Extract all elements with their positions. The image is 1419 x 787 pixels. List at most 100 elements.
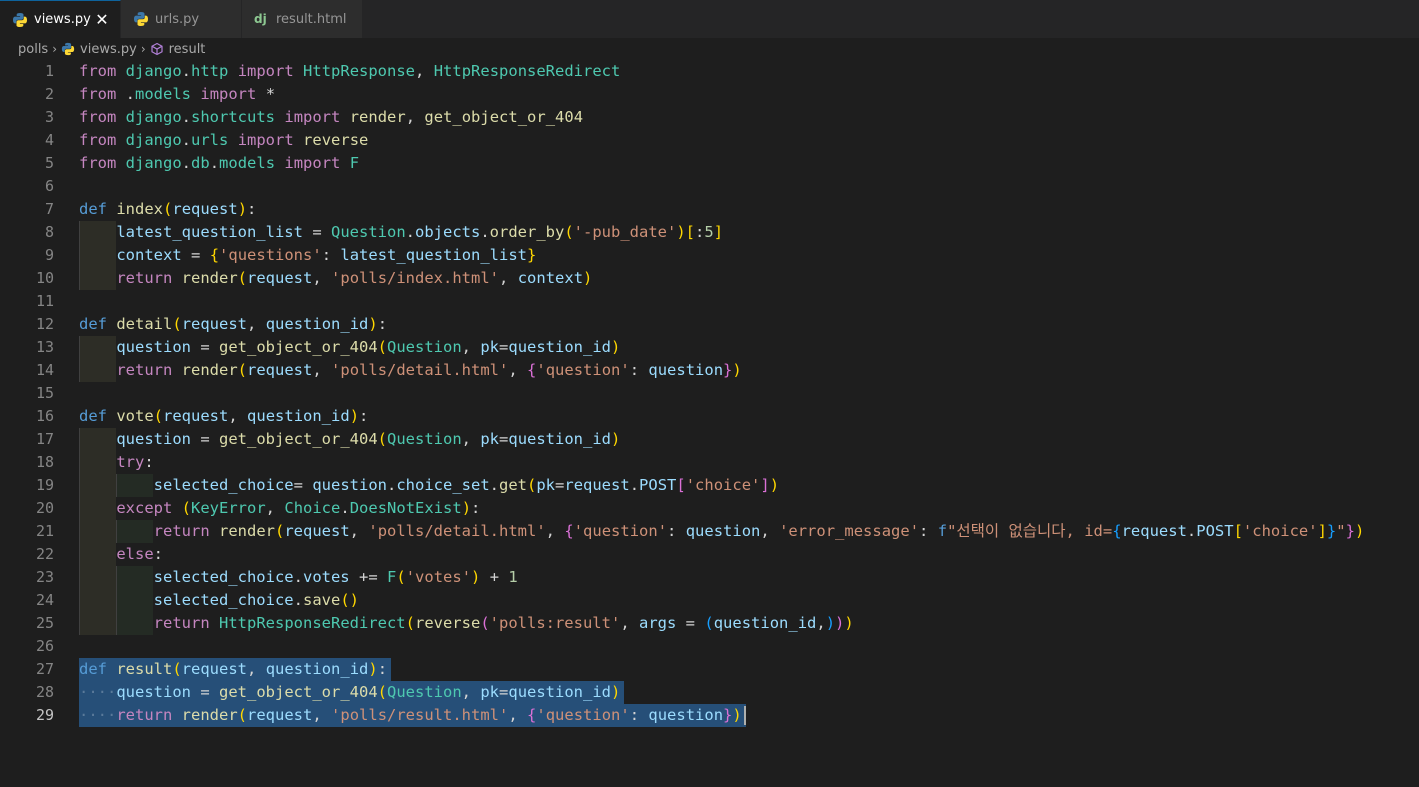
code-line[interactable]: 26 [0, 635, 1419, 658]
python-icon [133, 11, 149, 27]
code-text: ····question = get_object_or_404(Questio… [79, 683, 621, 701]
code-line[interactable]: 1 from django.http import HttpResponse, H… [0, 60, 1419, 83]
tab-result-html[interactable]: dj result.html [242, 0, 363, 38]
code-line[interactable]: 20 except (KeyError, Choice.DoesNotExist… [0, 497, 1419, 520]
tab-label: views.py [34, 12, 91, 27]
code-text: return render(request, 'polls/detail.htm… [116, 361, 742, 379]
code-text: question = get_object_or_404(Question, p… [116, 338, 621, 356]
line-number: 4 [44, 131, 54, 149]
code-text: selected_choice.votes += F('votes') + 1 [153, 568, 518, 586]
code-line[interactable]: 2 from .models import * [0, 83, 1419, 106]
code-line[interactable]: 17 question = get_object_or_404(Question… [0, 428, 1419, 451]
line-number: 27 [35, 660, 54, 678]
code-line[interactable]: 23 selected_choice.votes += F('votes') +… [0, 566, 1419, 589]
code-text: from .models import * [79, 85, 276, 103]
code-text: def result(request, question_id): [79, 660, 388, 678]
code-editor[interactable]: 1 from django.http import HttpResponse, H… [0, 60, 1419, 787]
code-line[interactable]: 10 return render(request, 'polls/index.h… [0, 267, 1419, 290]
line-number: 18 [35, 453, 54, 471]
line-number: 5 [44, 154, 54, 172]
code-text: try: [116, 453, 154, 471]
code-line[interactable]: 8 latest_question_list = Question.object… [0, 221, 1419, 244]
line-number: 14 [35, 361, 54, 379]
code-text: selected_choice= question.choice_set.get… [153, 476, 780, 494]
breadcrumb-symbol[interactable]: result [169, 42, 206, 57]
text-cursor [743, 706, 746, 725]
code-line[interactable]: 18 try: [0, 451, 1419, 474]
line-number: 29 [35, 706, 54, 724]
code-line[interactable]: 28 ····question = get_object_or_404(Quest… [0, 681, 1419, 704]
code-line[interactable]: 19 selected_choice= question.choice_set.… [0, 474, 1419, 497]
line-number: 1 [44, 62, 54, 80]
line-number: 11 [35, 292, 54, 310]
line-number: 23 [35, 568, 54, 586]
code-line[interactable]: 5 from django.db.models import F [0, 152, 1419, 175]
code-line[interactable]: 6 [0, 175, 1419, 198]
code-line[interactable]: 15 [0, 382, 1419, 405]
line-number: 10 [35, 269, 54, 287]
code-line[interactable]: 16 def vote(request, question_id): [0, 405, 1419, 428]
tab-urls-py[interactable]: urls.py [121, 0, 242, 38]
line-number: 24 [35, 591, 54, 609]
code-text: ····return render(request, 'polls/result… [79, 706, 742, 724]
breadcrumb-file[interactable]: views.py [80, 42, 137, 57]
python-icon [61, 42, 75, 56]
code-text: return render(request, 'polls/index.html… [116, 269, 593, 287]
code-text: def detail(request, question_id): [79, 315, 388, 333]
line-number: 20 [35, 499, 54, 517]
line-number: 17 [35, 430, 54, 448]
code-line[interactable]: 13 question = get_object_or_404(Question… [0, 336, 1419, 359]
symbol-method-icon [150, 42, 164, 56]
breadcrumb: polls › views.py › result [0, 38, 1419, 60]
close-icon[interactable]: ✕ [94, 10, 110, 29]
line-number: 9 [44, 246, 54, 264]
line-number: 12 [35, 315, 54, 333]
code-line[interactable]: 22 else: [0, 543, 1419, 566]
breadcrumb-folder[interactable]: polls [18, 42, 48, 57]
code-line[interactable]: 24 selected_choice.save() [0, 589, 1419, 612]
chevron-right-icon: › [52, 42, 58, 56]
line-number: 21 [35, 522, 54, 540]
code-text: from django.urls import reverse [79, 131, 369, 149]
code-text: question = get_object_or_404(Question, p… [116, 430, 621, 448]
python-icon [12, 12, 28, 28]
code-line[interactable]: 14 return render(request, 'polls/detail.… [0, 359, 1419, 382]
editor-tab-bar: views.py ✕ urls.py dj result.html [0, 0, 1419, 38]
code-line[interactable]: 7 def index(request): [0, 198, 1419, 221]
code-line[interactable]: 12 def detail(request, question_id): [0, 313, 1419, 336]
code-text: context = {'questions': latest_question_… [116, 246, 537, 264]
code-line[interactable]: 25 return HttpResponseRedirect(reverse('… [0, 612, 1419, 635]
code-line[interactable]: 4 from django.urls import reverse [0, 129, 1419, 152]
tab-views-py[interactable]: views.py ✕ [0, 0, 121, 38]
code-text: def index(request): [79, 200, 257, 218]
tab-label: result.html [276, 11, 347, 27]
line-number: 7 [44, 200, 54, 218]
line-number: 26 [35, 637, 54, 655]
line-number: 15 [35, 384, 54, 402]
django-icon: dj [254, 12, 267, 26]
line-number: 25 [35, 614, 54, 632]
code-text: else: [116, 545, 163, 563]
code-line[interactable]: 29 ····return render(request, 'polls/resu… [0, 704, 1419, 727]
code-text: selected_choice.save() [153, 591, 359, 609]
line-number: 28 [35, 683, 54, 701]
code-text: from django.http import HttpResponse, Ht… [79, 62, 621, 80]
line-number: 16 [35, 407, 54, 425]
code-line[interactable]: 21 return render(request, 'polls/detail.… [0, 520, 1419, 543]
code-text: return render(request, 'polls/detail.htm… [153, 522, 1365, 540]
chevron-right-icon: › [140, 42, 146, 56]
code-line[interactable]: 9 context = {'questions': latest_questio… [0, 244, 1419, 267]
tab-label: urls.py [155, 11, 200, 27]
code-text: from django.shortcuts import render, get… [79, 108, 584, 126]
code-text: from django.db.models import F [79, 154, 360, 172]
code-line[interactable]: 11 [0, 290, 1419, 313]
line-number: 22 [35, 545, 54, 563]
code-text: def vote(request, question_id): [79, 407, 369, 425]
code-line[interactable]: 3 from django.shortcuts import render, ge… [0, 106, 1419, 129]
line-number: 8 [44, 223, 54, 241]
code-text: return HttpResponseRedirect(reverse('pol… [153, 614, 854, 632]
code-text: except (KeyError, Choice.DoesNotExist): [116, 499, 481, 517]
code-text: latest_question_list = Question.objects.… [116, 223, 724, 241]
code-line[interactable]: 27 def result(request, question_id): [0, 658, 1419, 681]
line-number: 6 [44, 177, 54, 195]
